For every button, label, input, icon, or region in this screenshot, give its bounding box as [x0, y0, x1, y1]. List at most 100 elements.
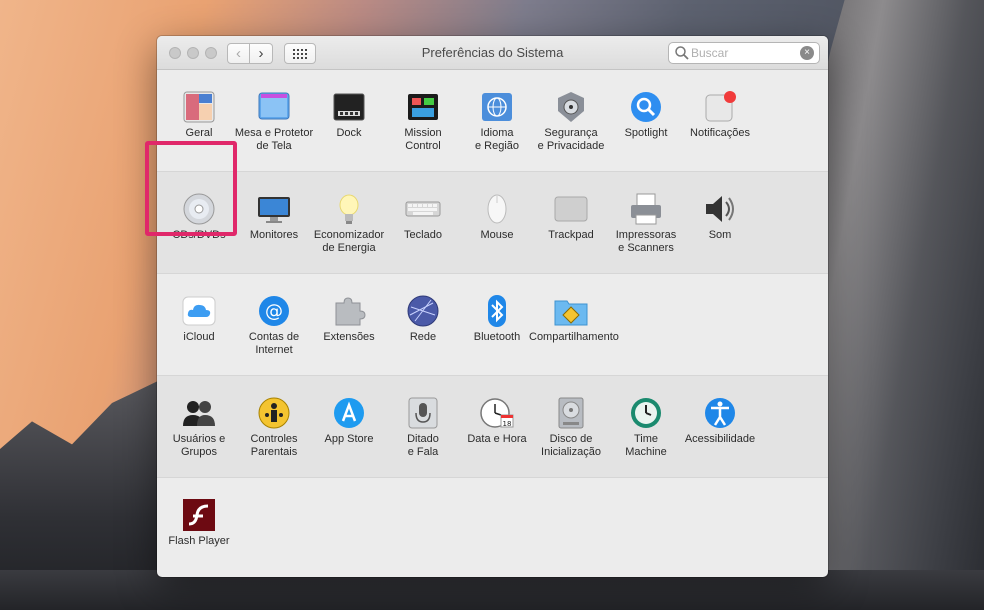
pref-pane-seguranca[interactable]: Segurança e Privacidade — [529, 89, 613, 153]
extensions-icon — [331, 293, 367, 329]
clear-search-icon[interactable]: × — [800, 46, 814, 60]
preferences-section-1: Geral Mesa e Protetor de Tela Dock Mission … — [157, 70, 828, 172]
microphone-icon — [405, 395, 441, 431]
spotlight-icon — [628, 89, 664, 125]
pref-pane-label: Time Machine — [625, 433, 667, 458]
svg-text:18: 18 — [503, 420, 512, 428]
pref-pane-usuarios[interactable]: Usuários e Grupos — [157, 395, 241, 459]
security-icon — [553, 89, 589, 125]
pref-pane-bluetooth[interactable]: Bluetooth — [455, 293, 539, 344]
printer-icon — [628, 191, 664, 227]
display-icon — [256, 191, 292, 227]
preferences-section-2: CDs/DVDs Monitores Economizador de Energia… — [157, 172, 828, 274]
pref-pane-time-machine[interactable]: Time Machine — [604, 395, 688, 459]
grid-icon — [293, 48, 307, 59]
pref-pane-label: Usuários e Grupos — [172, 433, 226, 458]
app-store-icon — [331, 395, 367, 431]
language-region-icon — [479, 89, 515, 125]
pref-pane-economizador[interactable]: Economizador de Energia — [307, 191, 391, 255]
pref-pane-ditado[interactable]: Ditado e Fala — [381, 395, 465, 459]
chevron-right-icon: › — [258, 45, 264, 62]
pref-pane-contas-internet[interactable]: @ Contas de Internet — [232, 293, 316, 357]
desktop-screensaver-icon — [256, 89, 292, 125]
startup-disk-icon — [553, 395, 589, 431]
keyboard-icon — [405, 191, 441, 227]
pref-pane-label: Spotlight — [624, 127, 668, 139]
back-button[interactable]: ‹ — [227, 43, 250, 64]
pref-pane-label: Ditado e Fala — [407, 433, 439, 458]
pref-pane-monitores[interactable]: Monitores — [232, 191, 316, 242]
pref-pane-label: Contas de Internet — [248, 331, 300, 356]
pref-pane-label: Impressoras e Scanners — [615, 229, 677, 254]
mission-control-icon — [405, 89, 441, 125]
pref-pane-notificacoes[interactable]: Notificações — [678, 89, 762, 140]
pref-pane-flash-player[interactable]: Flash Player — [157, 497, 241, 548]
wallpaper-rock-right — [814, 0, 984, 610]
pref-pane-rede[interactable]: Rede — [381, 293, 465, 344]
users-icon — [181, 395, 217, 431]
pref-pane-cds-dvds[interactable]: CDs/DVDs — [157, 191, 241, 242]
preferences-section-4: Usuários e Grupos Controles Parentais App … — [157, 376, 828, 478]
pref-pane-compartilhamento[interactable]: Compartilhamento — [529, 293, 619, 344]
pref-pane-label: Trackpad — [548, 229, 594, 241]
dock-icon — [331, 89, 367, 125]
pref-pane-som[interactable]: Som — [678, 191, 762, 242]
pref-pane-controles-parentais[interactable]: Controles Parentais — [232, 395, 316, 459]
pref-pane-acessibilidade[interactable]: Acessibilidade — [678, 395, 762, 446]
pref-pane-label: Mission Control — [404, 127, 442, 152]
lightbulb-icon — [331, 191, 367, 227]
pref-pane-label: Som — [708, 229, 732, 241]
preferences-section-5: Flash Player — [157, 478, 828, 577]
pref-pane-extensoes[interactable]: Extensões — [307, 293, 391, 344]
pref-pane-label: Geral — [185, 127, 213, 139]
pref-pane-icloud[interactable]: iCloud — [157, 293, 241, 344]
pref-pane-app-store[interactable]: App Store — [307, 395, 391, 446]
search-box[interactable]: × — [668, 42, 820, 64]
pref-pane-disco-inicializacao[interactable]: Disco de Inicialização — [529, 395, 613, 459]
cd-dvd-icon — [181, 191, 217, 227]
sharing-icon — [553, 293, 589, 329]
pref-pane-label: Monitores — [249, 229, 299, 241]
clock-icon: 18 — [479, 395, 515, 431]
pref-pane-label: Rede — [409, 331, 437, 343]
pref-pane-spotlight[interactable]: Spotlight — [604, 89, 688, 140]
pref-pane-idioma-e-regiao[interactable]: Idioma e Região — [455, 89, 539, 153]
pref-pane-label: Compartilhamento — [529, 331, 619, 343]
mouse-icon — [479, 191, 515, 227]
titlebar: ‹ › Preferências do Sistema × — [157, 36, 828, 70]
pref-pane-impressoras[interactable]: Impressoras e Scanners — [604, 191, 688, 255]
icloud-icon — [181, 293, 217, 329]
pref-pane-mission-control[interactable]: Mission Control — [381, 89, 465, 153]
zoom-window-button[interactable] — [205, 47, 217, 59]
pref-pane-geral[interactable]: Geral — [157, 89, 241, 140]
preferences-section-3: iCloud @ Contas de Internet Extensões Rede Bl… — [157, 274, 828, 376]
pref-pane-label: Acessibilidade — [684, 433, 756, 445]
pref-pane-data-hora[interactable]: 18 Data e Hora — [455, 395, 539, 446]
pref-pane-trackpad[interactable]: Trackpad — [529, 191, 613, 242]
pref-pane-dock[interactable]: Dock — [307, 89, 391, 140]
chevron-left-icon: ‹ — [236, 45, 241, 62]
internet-accounts-icon: @ — [256, 293, 292, 329]
time-machine-icon — [628, 395, 664, 431]
svg-text:@: @ — [265, 301, 283, 322]
pref-pane-label: Teclado — [404, 229, 442, 241]
pref-pane-mesa-e-protetor[interactable]: Mesa e Protetor de Tela — [232, 89, 316, 153]
show-all-button[interactable] — [284, 43, 316, 64]
minimize-window-button[interactable] — [187, 47, 199, 59]
forward-button[interactable]: › — [250, 43, 273, 64]
network-icon — [405, 293, 441, 329]
pref-pane-label: Mesa e Protetor de Tela — [234, 127, 314, 152]
bluetooth-icon — [479, 293, 515, 329]
pref-pane-label: iCloud — [183, 331, 215, 343]
search-input[interactable] — [691, 46, 800, 60]
close-window-button[interactable] — [169, 47, 181, 59]
pref-pane-teclado[interactable]: Teclado — [381, 191, 465, 242]
pref-pane-label: App Store — [324, 433, 374, 445]
pref-pane-label: CDs/DVDs — [172, 229, 226, 241]
pref-pane-mouse[interactable]: Mouse — [455, 191, 539, 242]
pref-pane-label: Notificações — [690, 127, 750, 139]
pref-pane-label: Segurança e Privacidade — [537, 127, 605, 152]
parental-controls-icon — [256, 395, 292, 431]
search-icon — [675, 46, 689, 60]
accessibility-icon — [702, 395, 738, 431]
